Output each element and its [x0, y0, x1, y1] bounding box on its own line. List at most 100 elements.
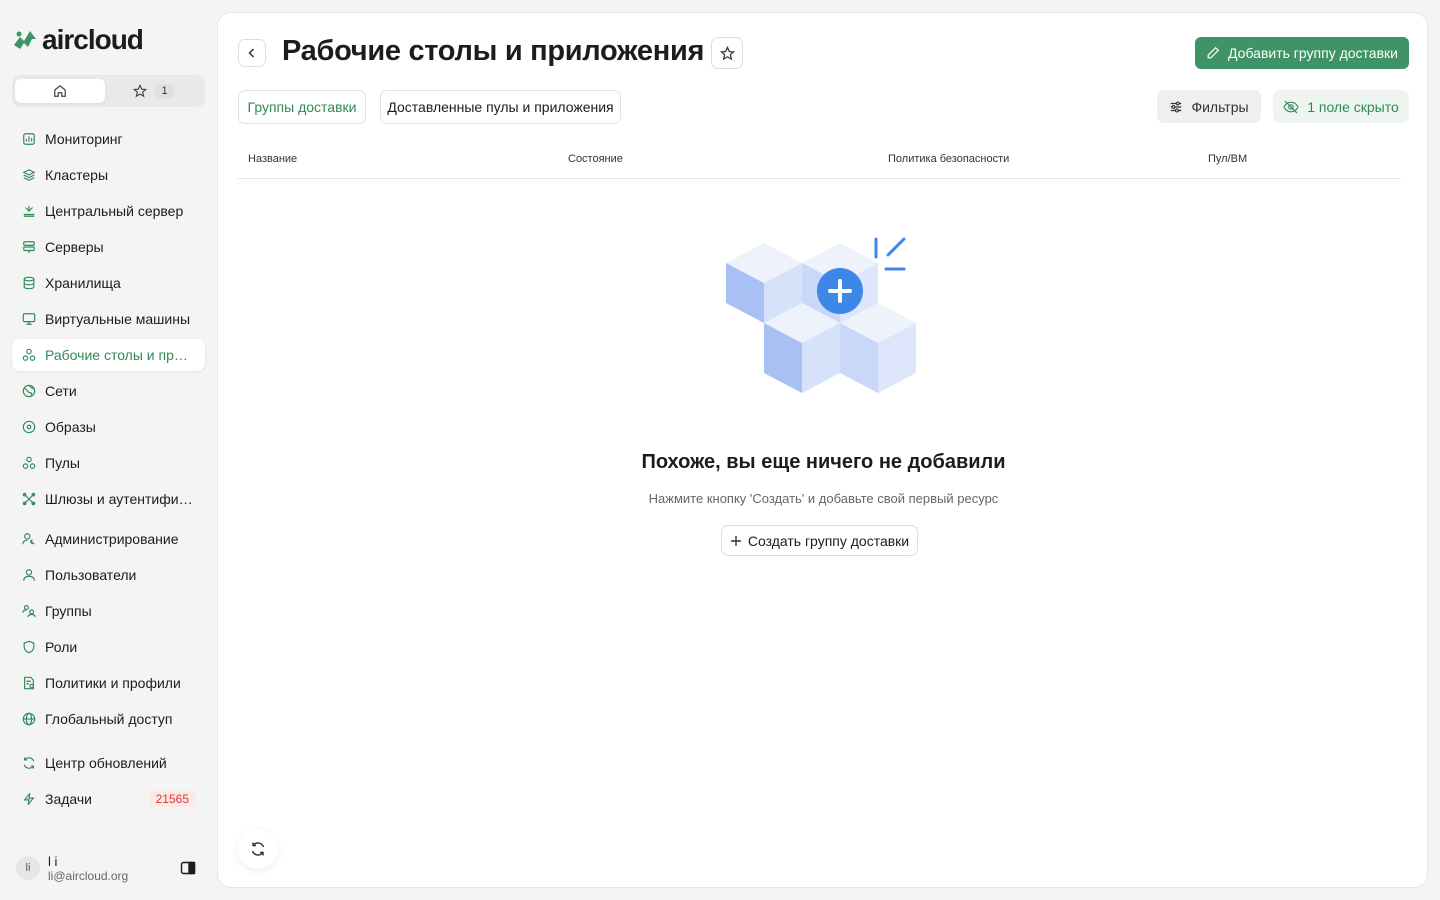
user-profile[interactable]: li l i li@aircloud.org	[16, 852, 196, 884]
sidebar-item-label: Роли	[45, 639, 78, 655]
sidebar-item-label: Сети	[45, 383, 77, 399]
sidebar-item-global-access[interactable]: Глобальный доступ	[12, 703, 205, 735]
refresh-button[interactable]	[238, 829, 278, 869]
sidebar-item-servers[interactable]: Серверы	[12, 231, 205, 263]
sidebar-item-networks[interactable]: Сети	[12, 375, 205, 407]
sidebar-item-label: Центр обновлений	[45, 755, 167, 771]
central-server-icon	[21, 203, 37, 219]
sidebar-item-desktops-and-apps[interactable]: Рабочие столы и приложения	[12, 339, 205, 371]
sidebar-item-label: Глобальный доступ	[45, 711, 173, 727]
empty-state-subtitle: Нажмите кнопку 'Создать' и добавьте свой…	[648, 491, 999, 506]
layers-icon	[21, 167, 37, 183]
policy-icon	[21, 675, 37, 691]
eye-off-icon	[1283, 99, 1299, 114]
tab-delivery-groups[interactable]: Группы доставки	[238, 90, 366, 124]
monitor-icon	[21, 311, 37, 327]
sidebar-item-label: Серверы	[45, 239, 104, 255]
sidebar-item-label: Группы	[45, 603, 92, 619]
user-icon	[21, 567, 37, 583]
avatar: li	[16, 856, 40, 880]
sidebar-item-images[interactable]: Образы	[12, 411, 205, 443]
column-header-status[interactable]: Состояние	[568, 153, 623, 165]
sidebar-item-label: Кластеры	[45, 167, 108, 183]
sidebar-item-administration[interactable]: Администрирование	[12, 523, 205, 555]
sidebar-item-label: Шлюзы и аутентификация	[45, 491, 195, 507]
favorites-count: 1	[155, 84, 174, 98]
filters-button[interactable]: Фильтры	[1157, 90, 1261, 123]
sidebar-item-label: Образы	[45, 419, 96, 435]
view-switch: 1	[12, 75, 205, 107]
network-icon	[21, 383, 37, 399]
brand-name: aircloud	[42, 24, 144, 55]
home-icon	[54, 84, 66, 97]
pencil-icon	[1207, 46, 1220, 59]
refresh-icon	[251, 842, 265, 856]
sidebar-item-users[interactable]: Пользователи	[12, 559, 205, 591]
empty-state-title: Похоже, вы еще ничего не добавили	[641, 451, 1006, 473]
gateway-icon	[21, 491, 37, 507]
favorites-view-button[interactable]: 1	[105, 84, 202, 98]
page-title: Рабочие столы и приложения	[282, 35, 705, 67]
sidebar-item-label: Виртуальные машины	[45, 311, 191, 327]
sidebar-item-label: Центральный сервер	[45, 203, 184, 219]
sidebar-item-groups[interactable]: Группы	[12, 595, 205, 627]
bolt-icon	[21, 791, 37, 807]
refresh-icon	[21, 755, 37, 771]
create-button-label: Создать группу доставки	[747, 532, 910, 549]
hidden-fields-button[interactable]: 1 поле скрыто	[1273, 90, 1409, 123]
disc-icon	[21, 419, 37, 435]
admin-icon	[21, 531, 37, 547]
sidebar-item-monitoring[interactable]: Мониторинг	[12, 123, 205, 155]
database-icon	[21, 275, 37, 291]
shield-icon	[21, 639, 37, 655]
chart-icon	[21, 131, 37, 147]
sliders-icon	[1171, 101, 1182, 112]
empty-state-illustration	[726, 237, 916, 393]
main-panel: Рабочие столы и приложения Добавить груп…	[217, 12, 1428, 888]
group-icon	[21, 603, 37, 619]
home-view-button[interactable]	[15, 79, 105, 103]
sidebar-item-storage[interactable]: Хранилища	[12, 267, 205, 299]
sidebar-item-label: Пользователи	[45, 567, 137, 583]
sidebar-item-tasks[interactable]: Задачи 21565	[12, 783, 205, 815]
pools-icon	[21, 455, 37, 471]
back-button[interactable]	[238, 39, 266, 67]
star-icon	[133, 84, 148, 98]
sidebar-item-label: Политики и профили	[45, 675, 181, 691]
column-header-name[interactable]: Название	[248, 153, 297, 165]
sidebar-item-policies[interactable]: Политики и профили	[12, 667, 205, 699]
sidebar-item-virtual-machines[interactable]: Виртуальные машины	[12, 303, 205, 335]
sidebar-item-central-server[interactable]: Центральный сервер	[12, 195, 205, 227]
add-button-label: Добавить группу доставки	[1228, 45, 1398, 61]
sidebar-item-label: Пулы	[45, 455, 80, 471]
column-header-security-policy[interactable]: Политика безопасности	[888, 153, 1009, 165]
user-info: l i li@aircloud.org	[48, 854, 128, 883]
apps-icon	[21, 347, 37, 363]
create-delivery-group-button[interactable]: Создать группу доставки	[721, 525, 918, 556]
sidebar-item-label: Администрирование	[45, 531, 179, 547]
plus-icon	[730, 535, 741, 546]
sidebar-item-roles[interactable]: Роли	[12, 631, 205, 663]
logo-icon	[14, 31, 36, 49]
sidebar-toggle-icon[interactable]	[180, 860, 196, 876]
globe-icon	[21, 711, 37, 727]
hidden-fields-label: 1 поле скрыто	[1307, 98, 1399, 115]
add-delivery-group-button[interactable]: Добавить группу доставки	[1195, 37, 1409, 69]
chevron-left-icon	[248, 48, 255, 58]
user-name: l i	[48, 853, 58, 869]
sidebar-item-gateways[interactable]: Шлюзы и аутентификация	[12, 483, 205, 515]
tab-delivered-pools[interactable]: Доставленные пулы и приложения	[380, 90, 621, 124]
sidebar-item-clusters[interactable]: Кластеры	[12, 159, 205, 191]
sidebar-item-pools[interactable]: Пулы	[12, 447, 205, 479]
sidebar-item-label: Мониторинг	[45, 131, 123, 147]
sidebar-item-label: Задачи	[45, 791, 93, 807]
table-header: Название Состояние Политика безопасности…	[238, 146, 1401, 179]
tasks-count-badge: 21565	[148, 791, 196, 807]
logo[interactable]: aircloud	[10, 24, 144, 56]
add-to-favorites-button[interactable]	[711, 37, 743, 69]
star-icon	[719, 45, 735, 60]
sidebar-item-update-center[interactable]: Центр обновлений	[12, 747, 205, 779]
sidebar-item-label: Хранилища	[45, 275, 121, 291]
server-icon	[21, 239, 37, 255]
column-header-pool-vm[interactable]: Пул/ВМ	[1208, 153, 1247, 165]
